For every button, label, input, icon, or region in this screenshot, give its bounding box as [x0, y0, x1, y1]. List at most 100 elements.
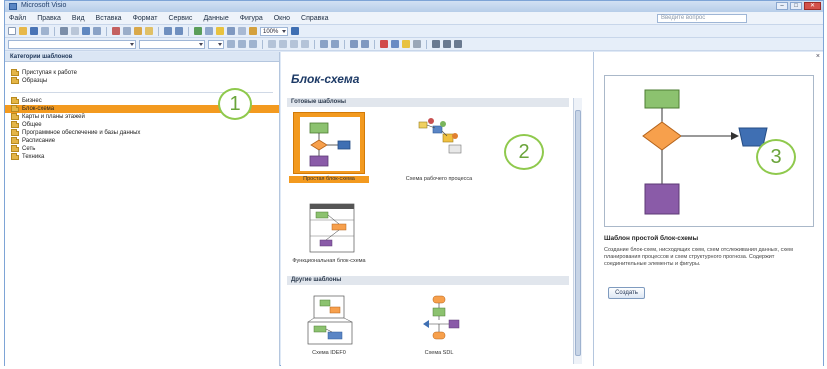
line-color-icon[interactable] — [391, 40, 399, 48]
text-tool-icon[interactable] — [238, 27, 246, 35]
category-general[interactable]: Общее — [5, 120, 279, 129]
category-schedule[interactable]: Расписание — [5, 136, 279, 145]
template-label: Простая блок-схема — [289, 176, 369, 183]
fill-color-icon[interactable] — [402, 40, 410, 48]
save-icon[interactable] — [30, 27, 38, 35]
redo-icon[interactable] — [175, 27, 183, 35]
category-label: Техника — [22, 154, 45, 160]
increase-indent-icon[interactable] — [331, 40, 339, 48]
zoom-combo[interactable]: 100% — [260, 26, 288, 36]
folder-icon — [11, 96, 19, 104]
connector-tool-icon[interactable] — [227, 27, 235, 35]
other-templates-header: Другие шаблоны — [287, 276, 569, 285]
style-combo[interactable] — [8, 39, 136, 49]
open-folder-icon[interactable] — [19, 27, 27, 35]
folder-icon — [11, 144, 19, 152]
font-size-combo[interactable] — [208, 39, 224, 49]
justify-icon[interactable] — [301, 40, 309, 48]
folder-icon — [11, 112, 19, 120]
preview-title: Шаблон простой блок-схемы — [604, 235, 699, 242]
close-pane-icon[interactable]: × — [816, 53, 820, 60]
menu-format[interactable]: Формат — [133, 15, 158, 22]
spelling-icon[interactable] — [82, 27, 90, 35]
close-window-button[interactable]: ✕ — [804, 2, 821, 10]
maximize-button[interactable]: □ — [790, 2, 802, 10]
template-label: Функциональная блок-схема — [292, 258, 366, 264]
folder-icon — [11, 128, 19, 136]
template-sdl[interactable]: Схема SDL — [399, 292, 479, 357]
align-center-icon[interactable] — [279, 40, 287, 48]
preview-pane: × Шаблон простой блок-схемы Создание бло… — [593, 52, 823, 366]
category-getting-started[interactable]: Приступая к работе — [5, 68, 279, 77]
category-label: Расписание — [22, 138, 56, 144]
align-right-icon[interactable] — [290, 40, 298, 48]
cut-icon[interactable] — [112, 27, 120, 35]
zoom-value: 100% — [263, 28, 279, 35]
shadow-color-icon[interactable] — [413, 40, 421, 48]
menu-view[interactable]: Вид — [72, 15, 85, 22]
create-button[interactable]: Создать — [608, 287, 645, 299]
category-label: Образцы — [22, 78, 48, 84]
idef0-thumbnail — [296, 292, 362, 348]
align-left-icon[interactable] — [268, 40, 276, 48]
permissions-icon[interactable] — [41, 27, 49, 35]
help-icon[interactable] — [291, 27, 299, 35]
font-color-icon[interactable] — [380, 40, 388, 48]
menu-insert[interactable]: Вставка — [96, 15, 122, 22]
window-title: Microsoft Visio — [21, 2, 67, 9]
help-search-input[interactable]: Введите вопрос — [657, 14, 747, 23]
callout-2: 2 — [504, 134, 544, 170]
minimize-button[interactable]: – — [776, 2, 788, 10]
format-painter-icon[interactable] — [145, 27, 153, 35]
italic-icon[interactable] — [238, 40, 246, 48]
menu-file[interactable]: Файл — [9, 15, 26, 22]
underline-icon[interactable] — [249, 40, 257, 48]
menu-window[interactable]: Окно — [274, 15, 290, 22]
line-ends-icon[interactable] — [454, 40, 462, 48]
folder-icon — [11, 136, 19, 144]
template-idef0[interactable]: Схема IDEF0 — [289, 292, 369, 357]
menu-data[interactable]: Данные — [203, 15, 228, 22]
category-software-databases[interactable]: Программное обеспечение и базы данных — [5, 128, 279, 137]
numbering-icon[interactable] — [361, 40, 369, 48]
category-engineering[interactable]: Техника — [5, 152, 279, 161]
visio-app-icon — [9, 3, 17, 10]
category-label: Общее — [22, 122, 42, 128]
featured-templates-header: Готовые шаблоны — [287, 98, 569, 107]
category-network[interactable]: Сеть — [5, 144, 279, 153]
research-icon[interactable] — [93, 27, 101, 35]
menu-tools[interactable]: Сервис — [168, 15, 192, 22]
line-pattern-icon[interactable] — [443, 40, 451, 48]
folder-icon — [11, 76, 19, 84]
menu-shape[interactable]: Фигура — [240, 15, 263, 22]
callout-3: 3 — [756, 139, 796, 175]
callout-1: 1 — [218, 88, 252, 120]
templates-scrollbar[interactable] — [573, 98, 582, 364]
pointer-tool-icon[interactable] — [216, 27, 224, 35]
print-icon[interactable] — [60, 27, 68, 35]
formatting-toolbar — [5, 38, 823, 51]
template-label: Схема IDEF0 — [312, 350, 346, 356]
new-document-icon[interactable] — [8, 27, 16, 35]
print-preview-icon[interactable] — [71, 27, 79, 35]
template-basic-flowchart[interactable]: Простая блок-схема — [289, 112, 369, 183]
hyperlink-icon[interactable] — [194, 27, 202, 35]
templates-pane: Блок-схема Готовые шаблоны Простая блок-… — [281, 52, 593, 366]
menu-help[interactable]: Справка — [301, 15, 328, 22]
bold-icon[interactable] — [227, 40, 235, 48]
line-weight-icon[interactable] — [432, 40, 440, 48]
template-cross-functional-flowchart[interactable]: Функциональная блок-схема — [289, 200, 369, 265]
category-label: Программное обеспечение и базы данных — [22, 130, 141, 136]
copy-icon[interactable] — [123, 27, 131, 35]
decrease-indent-icon[interactable] — [320, 40, 328, 48]
bullets-icon[interactable] — [350, 40, 358, 48]
category-samples[interactable]: Образцы — [5, 76, 279, 85]
pan-zoom-icon[interactable] — [249, 27, 257, 35]
paste-icon[interactable] — [134, 27, 142, 35]
shapes-icon[interactable] — [205, 27, 213, 35]
scrollbar-thumb[interactable] — [575, 110, 581, 356]
menu-edit[interactable]: Правка — [37, 15, 61, 22]
undo-icon[interactable] — [164, 27, 172, 35]
template-workflow-diagram[interactable]: Схема рабочего процесса — [399, 112, 479, 183]
font-combo[interactable] — [139, 39, 205, 49]
